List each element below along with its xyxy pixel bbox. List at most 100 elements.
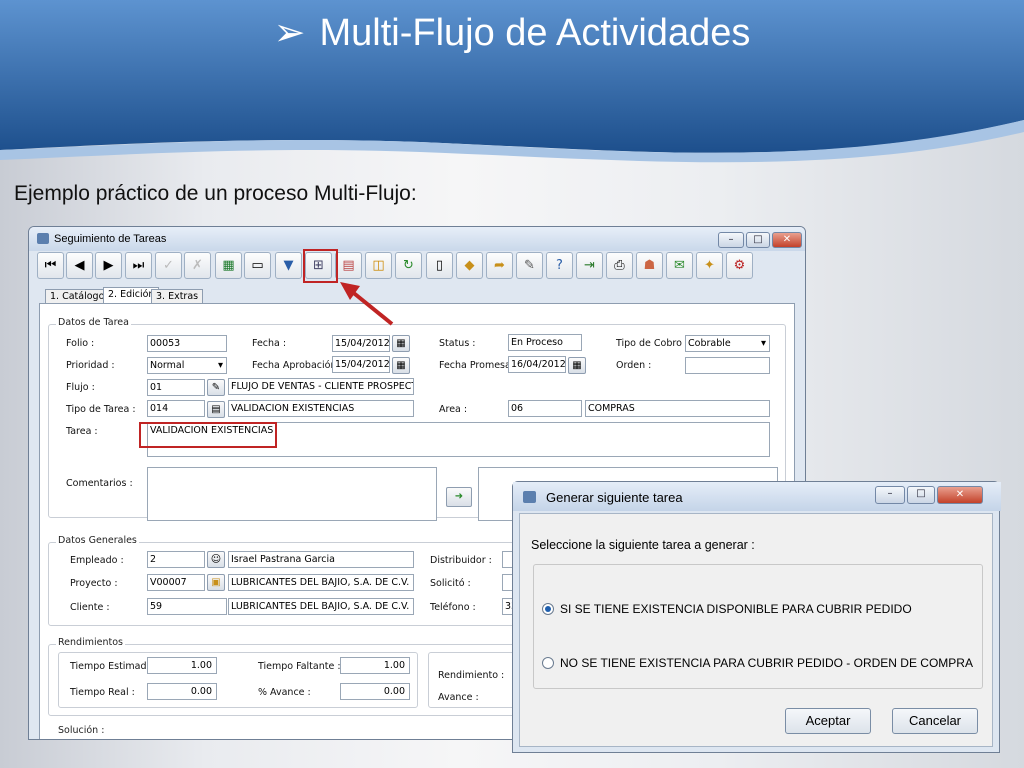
telefono-label: Teléfono :	[430, 602, 476, 613]
accept-button[interactable]: Aceptar	[785, 708, 871, 734]
lookup-icon[interactable]: ▤	[207, 401, 225, 418]
edit-pencil-icon[interactable]: ✎	[207, 379, 225, 396]
folio-label: Folio :	[66, 338, 95, 349]
notes-icon[interactable]: ✦	[696, 252, 723, 279]
group-title-solucion: Solución :	[56, 725, 107, 736]
solicito-label: Solicitó :	[430, 578, 471, 589]
options-box	[533, 564, 983, 689]
dialog-title: Generar siguiente tarea	[546, 490, 683, 505]
tarea-label: Tarea :	[66, 426, 98, 437]
tiempo-faltante-field[interactable]: 1.00	[340, 657, 410, 674]
option-si-label[interactable]: SI SE TIENE EXISTENCIA DISPONIBLE PARA C…	[560, 602, 912, 616]
avance-pct-field[interactable]: 0.00	[340, 683, 410, 700]
comentarios-textarea[interactable]	[147, 467, 437, 521]
cliente-label: Cliente :	[70, 602, 110, 613]
filter-icon[interactable]: ▼	[275, 252, 302, 279]
fecha-promesa-label: Fecha Promesa :	[439, 360, 518, 371]
area-code-field[interactable]: 06	[508, 400, 582, 417]
empleado-name-field: Israel Pastrana Garcia	[228, 551, 414, 568]
export-icon[interactable]: ➦	[486, 252, 513, 279]
tools-icon[interactable]: ⚙	[726, 252, 753, 279]
fecha-promesa-field[interactable]: 16/04/2012	[508, 356, 566, 373]
tipo-tarea-code-field[interactable]: 014	[147, 400, 205, 417]
fecha-aprobacion-label: Fecha Aprobación :	[252, 360, 343, 371]
tipo-tarea-desc-field: VALIDACION EXISTENCIAS	[228, 400, 414, 417]
fecha-field[interactable]: 15/04/2012	[332, 335, 390, 352]
window-titlebar: Seguimiento de Tareas – □ ✕	[29, 227, 805, 251]
calendar-icon[interactable]: ▦	[392, 335, 410, 352]
maximize-button[interactable]: □	[907, 486, 935, 504]
rendimiento-label: Rendimiento :	[438, 670, 505, 681]
option-no-radio[interactable]	[542, 657, 554, 669]
toolbar: ⏮ ◀ ▶ ⏭ ✓ ✗ ▦ ▭ ▼ ⊞ ▤ ◫ ↻ ▯ ◆ ➦ ✎ ? ⇥ ⎙ …	[37, 252, 799, 280]
proyecto-label: Proyecto :	[70, 578, 118, 589]
close-button[interactable]: ✕	[937, 486, 983, 504]
dialog-prompt: Seleccione la siguiente tarea a generar …	[531, 538, 755, 552]
first-record-icon[interactable]: ⏮	[37, 252, 64, 279]
tiempo-real-label: Tiempo Real :	[70, 687, 135, 698]
orden-field[interactable]	[685, 357, 770, 374]
group-title-rendimientos: Rendimientos	[56, 637, 125, 648]
app-icon	[523, 491, 536, 503]
dialog-body: Seleccione la siguiente tarea a generar …	[519, 513, 993, 747]
close-button[interactable]: ✕	[772, 232, 802, 248]
proyecto-name-field: LUBRICANTES DEL BAJIO, S.A. DE C.V.	[228, 574, 414, 591]
tab-extras[interactable]: 3. Extras	[151, 289, 204, 304]
tab-catalogo[interactable]: 1. Catálogo	[45, 289, 110, 304]
status-label: Status :	[439, 338, 476, 349]
document-icon[interactable]: ▯	[426, 252, 453, 279]
tiempo-real-field[interactable]: 0.00	[147, 683, 217, 700]
minimize-button[interactable]: –	[875, 486, 905, 504]
avance-label: Avance :	[438, 692, 479, 703]
app-icon	[37, 233, 49, 244]
help-icon[interactable]: ?	[546, 252, 573, 279]
cancel-icon[interactable]: ✗	[184, 252, 211, 279]
last-record-icon[interactable]: ⏭	[125, 252, 152, 279]
excel-icon[interactable]: ▦	[215, 252, 242, 279]
option-si-radio[interactable]	[542, 603, 554, 615]
move-right-icon[interactable]: ➜	[446, 487, 472, 507]
fecha-aprobacion-field[interactable]: 15/04/2012	[332, 356, 390, 373]
group-title-datos-generales: Datos Generales	[56, 535, 139, 546]
group-title-datos-tarea: Datos de Tarea	[56, 317, 131, 328]
annotation-arrow-icon	[340, 282, 394, 326]
tarea-highlight	[139, 422, 277, 448]
next-record-icon[interactable]: ▶	[95, 252, 122, 279]
cliente-name-field: LUBRICANTES DEL BAJIO, S.A. DE C.V.	[228, 598, 414, 615]
prioridad-label: Prioridad :	[66, 360, 115, 371]
package-icon[interactable]: ◆	[456, 252, 483, 279]
option-no-label[interactable]: NO SE TIENE EXISTENCIA PARA CUBRIR PEDID…	[560, 656, 973, 670]
distribuidor-label: Distribuidor :	[430, 555, 492, 566]
cliente-code-field[interactable]: 59	[147, 598, 227, 615]
avance-pct-label: % Avance :	[258, 687, 311, 698]
prioridad-select[interactable]: Normal	[147, 357, 227, 374]
minimize-button[interactable]: –	[718, 232, 744, 248]
maximize-button[interactable]: □	[746, 232, 770, 248]
flujo-label: Flujo :	[66, 382, 95, 393]
mail-icon[interactable]: ✉	[666, 252, 693, 279]
window-icon[interactable]: ▭	[244, 252, 271, 279]
tipo-cobro-select[interactable]: Cobrable	[685, 335, 770, 352]
approve-icon[interactable]: ✓	[155, 252, 182, 279]
proyecto-code-field[interactable]: V00007	[147, 574, 205, 591]
folio-field[interactable]: 00053	[147, 335, 227, 352]
cancel-button[interactable]: Cancelar	[892, 708, 978, 734]
calendar-icon[interactable]: ▦	[392, 357, 410, 374]
user-icon[interactable]: ☺	[207, 551, 225, 568]
flujo-code-field[interactable]: 01	[147, 379, 205, 396]
window-title: Seguimiento de Tareas	[54, 233, 167, 245]
empleado-code-field[interactable]: 2	[147, 551, 205, 568]
tiempo-faltante-label: Tiempo Faltante :	[258, 661, 341, 672]
print-icon[interactable]: ⎙	[606, 252, 633, 279]
empleado-label: Empleado :	[70, 555, 124, 566]
tiempo-estimado-field[interactable]: 1.00	[147, 657, 217, 674]
users-icon[interactable]: ☗	[636, 252, 663, 279]
calendar-icon[interactable]: ▦	[568, 357, 586, 374]
folder-icon[interactable]: ▣	[207, 574, 225, 591]
tipo-cobro-label: Tipo de Cobro :	[616, 338, 689, 349]
previous-record-icon[interactable]: ◀	[66, 252, 93, 279]
area-desc-field: COMPRAS	[585, 400, 770, 417]
exit-icon[interactable]: ⇥	[576, 252, 603, 279]
edit-icon[interactable]: ✎	[516, 252, 543, 279]
status-field: En Proceso	[508, 334, 582, 351]
